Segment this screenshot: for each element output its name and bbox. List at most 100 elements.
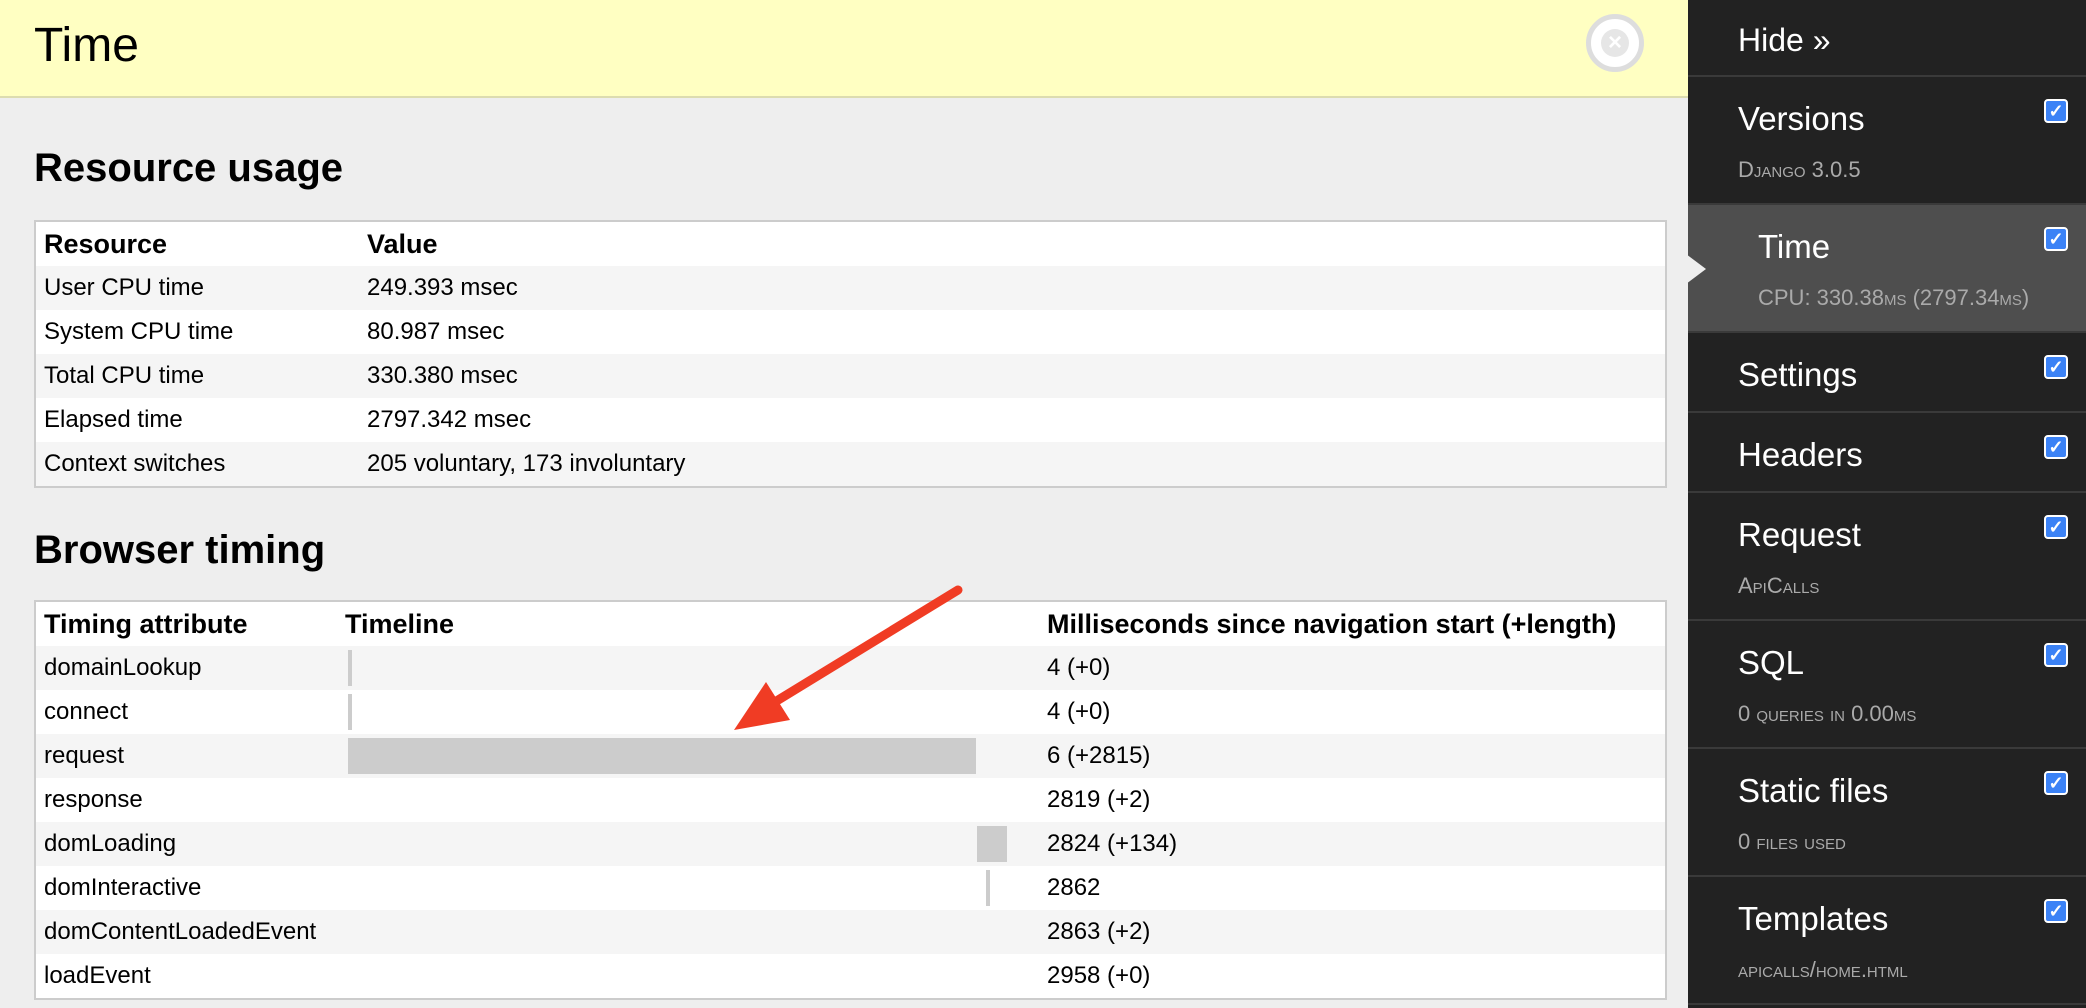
value-cell: 249.393 msec bbox=[359, 266, 1666, 310]
sidebar-item-time[interactable]: Time CPU: 330.38ms (2797.34ms) ✓ bbox=[1682, 205, 2086, 333]
timeline-bar bbox=[347, 650, 352, 686]
close-icon: × bbox=[1601, 29, 1629, 57]
value-cell: 330.380 msec bbox=[359, 354, 1666, 398]
panel-toggle-checkbox[interactable]: ✓ bbox=[2044, 355, 2068, 379]
table-row: loadEvent 2958 (+0) bbox=[35, 954, 1666, 999]
column-header-milliseconds: Milliseconds since navigation start (+le… bbox=[1039, 601, 1666, 646]
table-header-row: Resource Value bbox=[35, 221, 1666, 266]
timeline-track bbox=[345, 690, 1039, 734]
panel-title: Time bbox=[34, 19, 139, 72]
close-button[interactable]: × bbox=[1586, 14, 1644, 72]
timeline-bar bbox=[347, 694, 352, 730]
sidebar-item-title: Static files bbox=[1738, 772, 1889, 809]
milliseconds-cell: 2819 (+2) bbox=[1039, 778, 1666, 822]
timeline-track bbox=[345, 822, 1039, 866]
sidebar-item-sql[interactable]: SQL 0 queries in 0.00ms ✓ bbox=[1688, 621, 2086, 749]
table-header-row: Timing attribute Timeline Milliseconds s… bbox=[35, 601, 1666, 646]
table-row: domainLookup 4 (+0) bbox=[35, 646, 1666, 690]
sidebar-item-subtitle: CPU: 330.38ms (2797.34ms) bbox=[1758, 285, 2030, 310]
timing-attribute-cell: domInteractive bbox=[35, 866, 345, 910]
resource-cell: Total CPU time bbox=[35, 354, 359, 398]
sidebar-item-title: Time bbox=[1758, 228, 1831, 265]
column-header-timeline: Timeline bbox=[345, 601, 1039, 646]
resource-usage-table: Resource Value User CPU time 249.393 msec… bbox=[34, 220, 1667, 488]
hide-toolbar-link[interactable]: Hide » bbox=[1738, 18, 1831, 62]
table-row: Total CPU time 330.380 msec bbox=[35, 354, 1666, 398]
column-header-timing-attribute: Timing attribute bbox=[35, 601, 345, 646]
sidebar-item-title: SQL bbox=[1738, 644, 1805, 681]
sidebar-item-title: Headers bbox=[1738, 436, 1863, 473]
resource-cell: Context switches bbox=[35, 442, 359, 487]
sidebar-item-title: Request bbox=[1738, 516, 1861, 553]
table-row: response 2819 (+2) bbox=[35, 778, 1666, 822]
resource-cell: Elapsed time bbox=[35, 398, 359, 442]
table-row: request 6 (+2815) bbox=[35, 734, 1666, 778]
timing-attribute-cell: loadEvent bbox=[35, 954, 345, 999]
milliseconds-cell: 2958 (+0) bbox=[1039, 954, 1666, 999]
timeline-cell bbox=[345, 690, 1039, 734]
timing-attribute-cell: connect bbox=[35, 690, 345, 734]
browser-timing-table: Timing attribute Timeline Milliseconds s… bbox=[34, 600, 1667, 1000]
sidebar-item-title: Versions bbox=[1738, 100, 1865, 137]
timeline-track bbox=[345, 954, 1039, 998]
debug-toolbar-sidebar: Hide » Versions Django 3.0.5 ✓ Time CPU: 330… bbox=[1682, 0, 2086, 1008]
milliseconds-cell: 2824 (+134) bbox=[1039, 822, 1666, 866]
timing-attribute-cell: domainLookup bbox=[35, 646, 345, 690]
timeline-track bbox=[345, 734, 1039, 778]
panel-toggle-checkbox[interactable]: ✓ bbox=[2044, 435, 2068, 459]
table-row: domContentLoadedEvent 2863 (+2) bbox=[35, 910, 1666, 954]
table-row: System CPU time 80.987 msec bbox=[35, 310, 1666, 354]
resource-usage-heading: Resource usage bbox=[34, 146, 344, 190]
value-cell: 205 voluntary, 173 involuntary bbox=[359, 442, 1666, 487]
panel-toggle-checkbox[interactable]: ✓ bbox=[2044, 227, 2068, 251]
timeline-track bbox=[345, 866, 1039, 910]
column-header-value: Value bbox=[359, 221, 1666, 266]
table-row: Context switches 205 voluntary, 173 invol… bbox=[35, 442, 1666, 487]
milliseconds-cell: 4 (+0) bbox=[1039, 690, 1666, 734]
timeline-track bbox=[345, 646, 1039, 690]
milliseconds-cell: 2863 (+2) bbox=[1039, 910, 1666, 954]
sidebar-item-subtitle: 0 files used bbox=[1738, 829, 1846, 854]
sidebar-item-subtitle: ApiCalls bbox=[1738, 573, 1820, 598]
panel-header: Time × bbox=[0, 0, 1688, 98]
sidebar-item-templates[interactable]: Templates apicalls/home.html ✓ bbox=[1688, 877, 2086, 1005]
sidebar-item-headers[interactable]: Headers ✓ bbox=[1688, 413, 2086, 493]
resource-cell: User CPU time bbox=[35, 266, 359, 310]
timeline-cell bbox=[345, 866, 1039, 910]
sidebar-item-subtitle: 0 queries in 0.00ms bbox=[1738, 701, 1917, 726]
table-row: connect 4 (+0) bbox=[35, 690, 1666, 734]
timeline-track bbox=[345, 910, 1039, 954]
timeline-cell bbox=[345, 910, 1039, 954]
timeline-cell bbox=[345, 778, 1039, 822]
milliseconds-cell: 2862 bbox=[1039, 866, 1666, 910]
timing-attribute-cell: domLoading bbox=[35, 822, 345, 866]
timeline-cell bbox=[345, 734, 1039, 778]
sidebar-item-title: Templates bbox=[1738, 900, 1889, 937]
value-cell: 80.987 msec bbox=[359, 310, 1666, 354]
timing-attribute-cell: domContentLoadedEvent bbox=[35, 910, 345, 954]
browser-timing-heading: Browser timing bbox=[34, 528, 326, 572]
timeline-bar bbox=[348, 738, 977, 774]
panel-toggle-checkbox[interactable]: ✓ bbox=[2044, 899, 2068, 923]
timeline-track bbox=[345, 778, 1039, 822]
table-row: domInteractive 2862 bbox=[35, 866, 1666, 910]
panel-toggle-checkbox[interactable]: ✓ bbox=[2044, 99, 2068, 123]
sidebar-item-request[interactable]: Request ApiCalls ✓ bbox=[1688, 493, 2086, 621]
sidebar-item-settings[interactable]: Settings ✓ bbox=[1688, 333, 2086, 413]
panel-toggle-checkbox[interactable]: ✓ bbox=[2044, 643, 2068, 667]
timeline-cell bbox=[345, 822, 1039, 866]
sidebar-item-versions[interactable]: Versions Django 3.0.5 ✓ bbox=[1688, 77, 2086, 205]
timeline-cell bbox=[345, 646, 1039, 690]
panel-toggle-checkbox[interactable]: ✓ bbox=[2044, 771, 2068, 795]
sidebar-item-subtitle: Django 3.0.5 bbox=[1738, 157, 1861, 182]
milliseconds-cell: 4 (+0) bbox=[1039, 646, 1666, 690]
table-row: User CPU time 249.393 msec bbox=[35, 266, 1666, 310]
table-row: Elapsed time 2797.342 msec bbox=[35, 398, 1666, 442]
sidebar-item-subtitle: apicalls/home.html bbox=[1738, 957, 1908, 982]
resource-cell: System CPU time bbox=[35, 310, 359, 354]
time-panel: Time × Resource usage Resource Value Use… bbox=[0, 0, 1688, 1008]
column-header-resource: Resource bbox=[35, 221, 359, 266]
sidebar-item-static-files[interactable]: Static files 0 files used ✓ bbox=[1688, 749, 2086, 877]
panel-toggle-checkbox[interactable]: ✓ bbox=[2044, 515, 2068, 539]
active-panel-pointer bbox=[1682, 251, 1706, 287]
